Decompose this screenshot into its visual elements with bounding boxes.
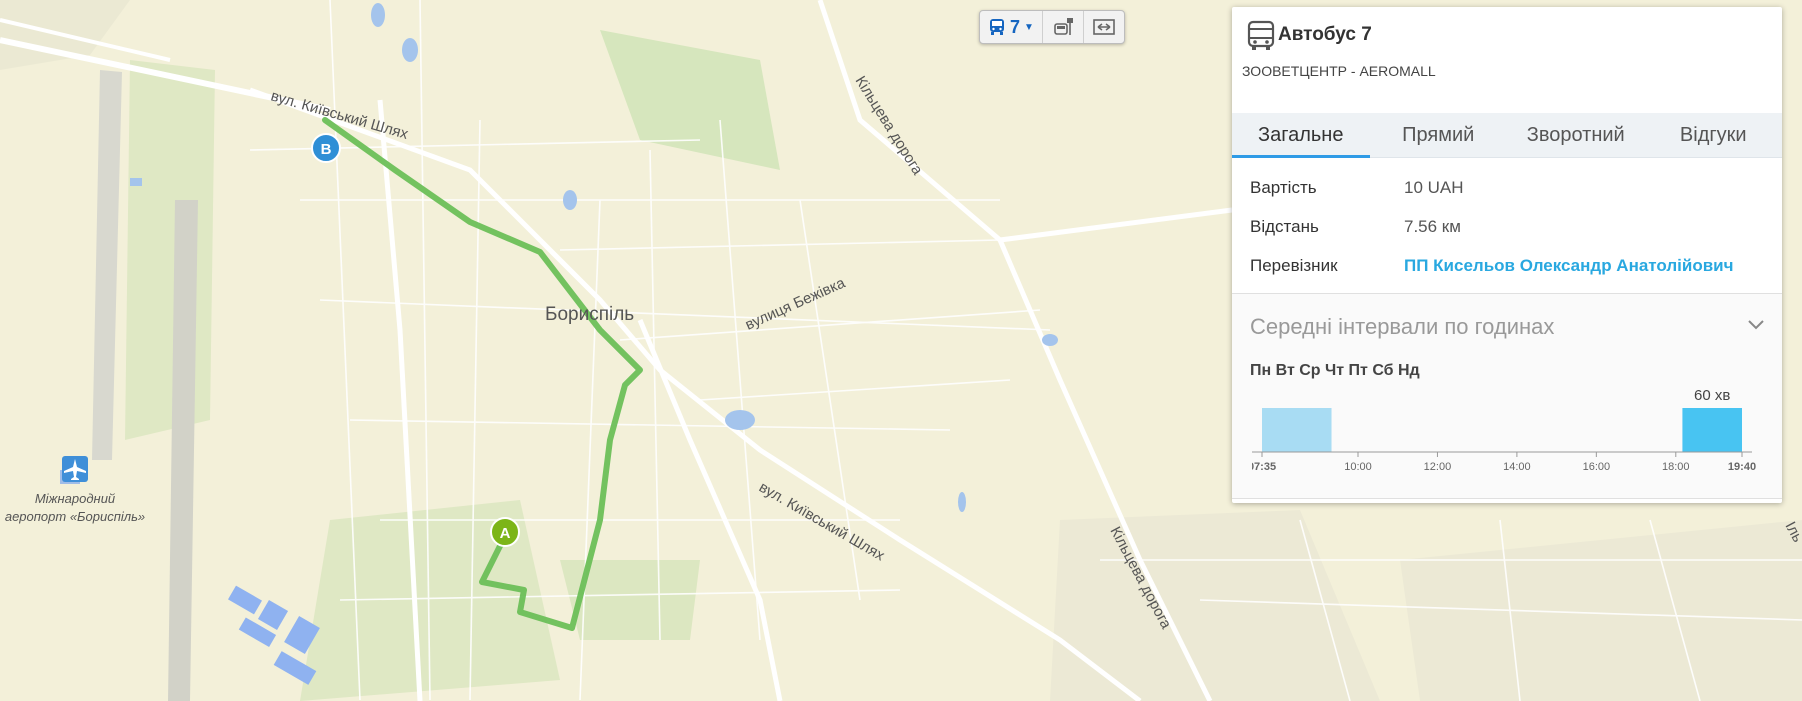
city-label: Бориспіль [545,304,634,325]
x-tick-label: 07:35 [1252,461,1276,473]
tab-reviews[interactable]: Відгуки [1645,113,1783,157]
x-tick-label: 10:00 [1344,461,1372,473]
panel-header: Автобус 7 ЗООВЕТЦЕНТР - AEROMALL [1232,7,1782,113]
svg-text:B: B [321,141,332,158]
intervals-section: Середні інтервали по годинах Пн Вт Ср Чт… [1232,294,1782,499]
airport-label: Міжнародний [35,491,115,506]
route-select-button[interactable]: 7 ▼ [980,11,1043,43]
info-key: Відстань [1250,216,1319,236]
interval-bar[interactable] [1682,408,1742,452]
tab-forward[interactable]: Прямий [1370,113,1508,157]
intervals-heading[interactable]: Середні інтервали по годинах [1250,314,1554,340]
svg-text:A: A [500,525,511,542]
airport-icon[interactable] [62,456,88,482]
bus-stop-icon [1054,18,1073,35]
marker-b[interactable]: B [311,133,341,163]
bus-icon [990,19,1004,35]
panel-title: Автобус 7 [1278,24,1372,45]
interval-chart: 60 хв 07:35 10:00 12:00 14:00 16:00 18:00 19:40 [1252,387,1756,473]
fit-bounds-icon [1093,19,1115,35]
fit-bounds-button[interactable] [1084,11,1124,43]
map-toolbar: 7 ▼ [979,10,1125,44]
bar-value-label: 60 хв [1694,387,1730,404]
info-key: Вартість [1250,177,1317,197]
interval-bar[interactable] [1262,408,1332,452]
x-tick-label: 14:00 [1503,461,1531,473]
chevron-down-icon[interactable] [1746,314,1766,334]
airport-label: аеропорт «Бориспіль» [5,509,145,524]
marker-a[interactable]: A [490,517,520,547]
carrier-link[interactable]: ПП Кисельов Олександр Анатолійович [1404,256,1734,276]
bus-icon [1247,20,1275,50]
tab-general[interactable]: Загальне [1232,113,1370,158]
route-subtitle: ЗООВЕТЦЕНТР - AEROMALL [1242,63,1436,79]
x-tick-label: 16:00 [1583,461,1611,473]
panel-tabs: Загальне Прямий Зворотний Відгуки [1232,113,1782,158]
x-tick-label: 19:40 [1728,461,1756,473]
stops-toggle-button[interactable] [1043,11,1084,43]
info-row: Перевізник ПП Кисельов Олександр Анатолі… [1232,246,1782,285]
route-info: Вартість 10 UAH Відстань 7.56 км Перевіз… [1232,158,1782,285]
route-info-panel: Автобус 7 ЗООВЕТЦЕНТР - AEROMALL Загальн… [1232,7,1782,503]
chevron-down-icon: ▼ [1024,21,1034,33]
route-number: 7 [1010,16,1021,37]
info-key: Перевізник [1250,255,1338,275]
x-tick-label: 12:00 [1424,461,1452,473]
info-row: Відстань 7.56 км [1232,207,1782,246]
tab-reverse[interactable]: Зворотний [1507,113,1645,157]
info-value: 10 UAH [1404,177,1464,197]
info-value: 7.56 км [1404,216,1461,236]
info-row: Вартість 10 UAH [1232,168,1782,207]
x-tick-label: 18:00 [1662,461,1690,473]
